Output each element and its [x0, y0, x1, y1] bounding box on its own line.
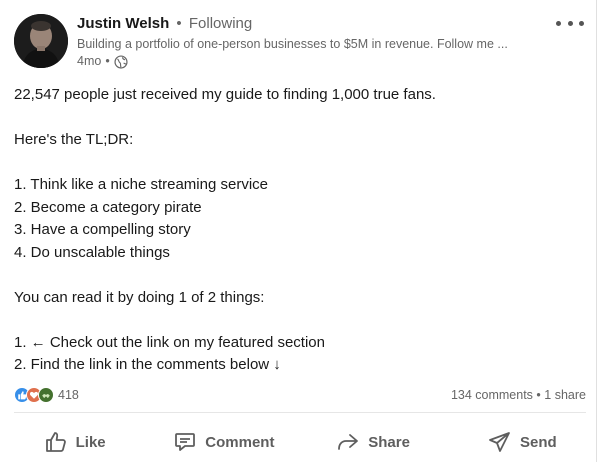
comment-icon [173, 430, 197, 454]
post-line: 4. Do unscalable things [14, 243, 170, 261]
globe-icon [114, 54, 128, 69]
comments-shares: 134 comments • 1 share [451, 388, 586, 402]
comment-button[interactable]: Comment [149, 422, 298, 462]
comments-count[interactable]: 134 comments [451, 388, 533, 402]
reaction-count: 418 [58, 388, 79, 402]
author-name[interactable]: Justin Welsh [77, 15, 169, 32]
more-options-icon[interactable] [556, 14, 584, 32]
send-icon [488, 430, 512, 454]
post-card: Justin Welsh • Following Building a port… [0, 0, 597, 462]
share-button[interactable]: Share [299, 422, 448, 462]
post-line: 1. ← Check out the link on my featured s… [14, 333, 325, 351]
post-meta: 4mo • [77, 53, 557, 70]
meta-separator: • [105, 54, 110, 68]
post-time: 4mo [77, 54, 102, 68]
post-line: 2. Find the link in the comments below ↓ [14, 356, 281, 373]
action-bar: Like Comment Share Send [0, 422, 597, 462]
avatar-image [14, 14, 68, 68]
share-icon [336, 430, 360, 454]
send-button[interactable]: Send [448, 422, 597, 462]
reactions-summary[interactable]: 418 [14, 387, 79, 403]
divider [14, 412, 586, 413]
author-info: Justin Welsh • Following Building a port… [77, 14, 557, 70]
like-label: Like [75, 433, 106, 451]
social-counts: 418 134 comments • 1 share [14, 385, 586, 405]
post-line: 22,547 people just received my guide to … [14, 86, 436, 103]
post-header: Justin Welsh • Following Building a port… [14, 14, 584, 74]
thumbs-up-icon [44, 430, 68, 454]
post-line: Here's the TL;DR: [14, 131, 134, 148]
separator-dot: • [176, 15, 182, 32]
author-name-line: Justin Welsh • Following [77, 14, 557, 34]
post-line: You can read it by doing 1 of 2 things: [14, 288, 265, 306]
follow-status: Following [188, 15, 253, 32]
send-label: Send [520, 433, 557, 451]
post-line: 1. Think like a niche streaming service [14, 176, 269, 193]
shares-count[interactable]: 1 share [544, 388, 586, 402]
author-headline: Building a portfolio of one-person busin… [77, 37, 508, 51]
comment-label: Comment [205, 433, 275, 451]
avatar[interactable] [14, 14, 68, 68]
post-line: 2. Become a category pirate [14, 198, 202, 216]
social-separator: • [536, 388, 541, 402]
like-button[interactable]: Like [0, 422, 149, 462]
post-line: 3. Have a compelling story [14, 221, 191, 238]
post-body: 22,547 people just received my guide to … [14, 84, 584, 377]
support-reaction-icon [38, 387, 54, 403]
share-label: Share [368, 433, 410, 451]
